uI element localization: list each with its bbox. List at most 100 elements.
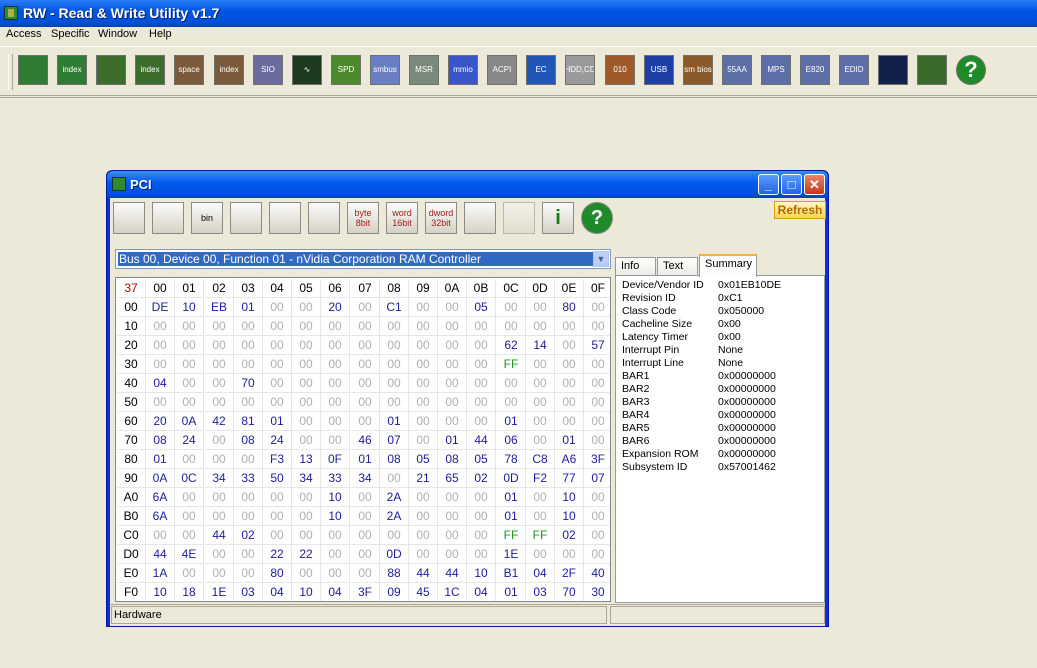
info-icon[interactable]: i: [542, 202, 574, 234]
hex-cell[interactable]: 6A: [146, 507, 175, 526]
hex-cell[interactable]: 00: [234, 336, 263, 355]
hex-cell[interactable]: F2: [526, 469, 555, 488]
device-select[interactable]: Bus 00, Device 00, Function 01 - nVidia …: [115, 249, 611, 269]
hex-cell[interactable]: 00: [380, 469, 409, 488]
hex-cell[interactable]: 00: [409, 431, 438, 450]
hex-cell[interactable]: 00: [321, 431, 350, 450]
usb-icon[interactable]: USB: [644, 55, 674, 85]
hex-cell[interactable]: 07: [380, 431, 409, 450]
maximize-button[interactable]: □: [781, 174, 802, 195]
hex-cell[interactable]: 0D: [497, 469, 526, 488]
hdd-cd-icon[interactable]: HDD,CD: [565, 55, 595, 85]
hex-cell[interactable]: F3: [263, 450, 292, 469]
hex-cell[interactable]: 10: [321, 488, 350, 507]
hex-cell[interactable]: 45: [409, 583, 438, 601]
hex-cell[interactable]: 00: [263, 374, 292, 393]
hex-cell[interactable]: 02: [555, 526, 584, 545]
hex-cell[interactable]: 08: [438, 450, 467, 469]
save-icon[interactable]: [113, 202, 145, 234]
hex-cell[interactable]: 80: [555, 298, 584, 317]
hex-cell[interactable]: 00: [467, 545, 496, 564]
hex-cell[interactable]: 00: [263, 317, 292, 336]
hex-cell[interactable]: 00: [321, 355, 350, 374]
hex-cell[interactable]: 0C: [175, 469, 204, 488]
hex-cell[interactable]: 00: [467, 393, 496, 412]
hex-cell[interactable]: C1: [380, 298, 409, 317]
hex-cell[interactable]: 00: [438, 317, 467, 336]
hex-cell[interactable]: 03: [234, 583, 263, 601]
hex-cell[interactable]: 00: [205, 564, 234, 583]
hex-cell[interactable]: 00: [205, 317, 234, 336]
hex-cell[interactable]: 00: [292, 317, 321, 336]
hex-cell[interactable]: 0F: [321, 450, 350, 469]
hex-cell[interactable]: 00: [146, 336, 175, 355]
hex-cell[interactable]: 05: [467, 450, 496, 469]
hex-cell[interactable]: 01: [497, 412, 526, 431]
hex-cell[interactable]: 24: [263, 431, 292, 450]
hex-cell[interactable]: 00: [321, 336, 350, 355]
hex-cell[interactable]: FF: [497, 355, 526, 374]
hex-cell[interactable]: 08: [234, 431, 263, 450]
hex-cell[interactable]: 00: [263, 355, 292, 374]
hex-cell[interactable]: 01: [555, 431, 584, 450]
hex-cell[interactable]: 00: [146, 355, 175, 374]
disk-icon[interactable]: 010: [605, 55, 635, 85]
hex-cell[interactable]: 00: [555, 374, 584, 393]
io-space-icon[interactable]: space: [174, 55, 204, 85]
hex-cell[interactable]: 07: [584, 469, 610, 488]
tab-text[interactable]: Text: [657, 257, 698, 276]
hex-cell[interactable]: 00: [351, 412, 380, 431]
hex-cell[interactable]: 00: [234, 355, 263, 374]
hex-cell[interactable]: 00: [497, 393, 526, 412]
hex-cell[interactable]: 00: [409, 393, 438, 412]
hex-cell[interactable]: 00: [351, 298, 380, 317]
hex-cell[interactable]: 00: [351, 526, 380, 545]
minimize-button[interactable]: _: [758, 174, 779, 195]
hex-cell[interactable]: 00: [438, 412, 467, 431]
hex-cell[interactable]: A6: [555, 450, 584, 469]
hex-cell[interactable]: 10: [467, 564, 496, 583]
byte-view-icon[interactable]: byte 8bit: [347, 202, 379, 234]
hex-cell[interactable]: 00: [292, 336, 321, 355]
hex-cell[interactable]: 00: [351, 317, 380, 336]
hex-cell[interactable]: 05: [409, 450, 438, 469]
hex-cell[interactable]: 00: [526, 488, 555, 507]
list-icon[interactable]: [464, 202, 496, 234]
hex-cell[interactable]: 44: [409, 564, 438, 583]
smbus-icon[interactable]: smbus: [370, 55, 400, 85]
hex-cell[interactable]: 00: [380, 355, 409, 374]
hex-cell[interactable]: 03: [526, 583, 555, 601]
hex-cell[interactable]: 00: [584, 355, 610, 374]
hex-cell[interactable]: 00: [438, 374, 467, 393]
hex-cell[interactable]: 00: [175, 374, 204, 393]
menu-access[interactable]: Access: [6, 28, 41, 40]
hex-cell[interactable]: 00: [205, 450, 234, 469]
hex-cell[interactable]: 3F: [351, 583, 380, 601]
hex-cell[interactable]: 44: [205, 526, 234, 545]
hex-cell[interactable]: 00: [584, 393, 610, 412]
hex-cell[interactable]: 00: [292, 431, 321, 450]
hex-cell[interactable]: 33: [234, 469, 263, 488]
hex-cell[interactable]: 00: [205, 545, 234, 564]
hex-cell[interactable]: 00: [409, 374, 438, 393]
hex-cell[interactable]: 00: [584, 507, 610, 526]
hex-cell[interactable]: 01: [438, 431, 467, 450]
io-index-icon[interactable]: index: [214, 55, 244, 85]
hex-cell[interactable]: 22: [263, 545, 292, 564]
hex-cell[interactable]: 00: [175, 507, 204, 526]
hex-cell[interactable]: 00: [292, 393, 321, 412]
hex-cell[interactable]: 00: [351, 374, 380, 393]
hex-cell[interactable]: 00: [497, 317, 526, 336]
settings-icon[interactable]: [503, 202, 535, 234]
hex-cell[interactable]: 10: [292, 583, 321, 601]
hex-cell[interactable]: 08: [380, 450, 409, 469]
hex-cell[interactable]: 00: [263, 507, 292, 526]
pci-index-icon[interactable]: index: [57, 55, 87, 85]
hex-cell[interactable]: 01: [351, 450, 380, 469]
hex-cell[interactable]: 00: [351, 564, 380, 583]
hex-cell[interactable]: 00: [205, 488, 234, 507]
hex-cell[interactable]: 0A: [175, 412, 204, 431]
help-icon[interactable]: ?: [581, 202, 613, 234]
hex-cell[interactable]: 00: [205, 336, 234, 355]
hex-cell[interactable]: 70: [234, 374, 263, 393]
